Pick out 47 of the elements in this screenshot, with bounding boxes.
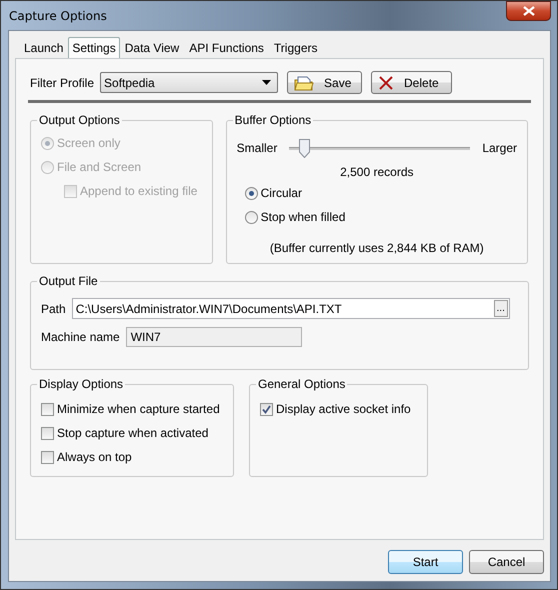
option-label: Screen only: [57, 136, 120, 150]
checkbox[interactable]: [41, 402, 54, 416]
filter-profile-label: Filter Profile: [30, 76, 94, 90]
option-label: Stop capture when activated: [57, 426, 208, 440]
option-label: Always on top: [57, 450, 132, 464]
option-label: Circular: [260, 186, 302, 200]
tab[interactable]: Launch: [19, 39, 68, 58]
group-title: General Options: [257, 377, 346, 391]
option-label: Minimize when capture started: [57, 402, 220, 416]
filter-profile-dropdown[interactable]: Softpedia: [100, 72, 278, 93]
records-count: 2,500 records: [339, 165, 415, 179]
group-title: Output Options: [38, 113, 121, 127]
close-button[interactable]: [506, 1, 551, 21]
machine-name-field[interactable]: WIN7: [126, 327, 302, 347]
option-label: Stop when filled: [260, 210, 346, 224]
close-icon: [522, 6, 534, 16]
radio-button[interactable]: [244, 186, 258, 200]
machine-name-label: Machine name: [41, 330, 120, 344]
group-title: Buffer Options: [234, 113, 312, 127]
tab[interactable]: Data View: [120, 39, 184, 58]
slider-min-label: Smaller: [236, 141, 278, 155]
option-label: Append to existing file: [80, 184, 198, 198]
window-title: Capture Options: [9, 8, 107, 22]
checkbox[interactable]: [260, 402, 273, 416]
tab[interactable]: Triggers: [268, 39, 322, 58]
folder-icon: [294, 74, 314, 90]
option-label: File and Screen: [57, 160, 142, 174]
x-icon: [378, 74, 394, 90]
group-title: Display Options: [38, 377, 124, 391]
path-label: Path: [41, 302, 66, 316]
dialog-button[interactable]: Start: [388, 550, 463, 574]
tab[interactable]: API Functions: [184, 39, 269, 58]
checkbox[interactable]: [41, 450, 54, 464]
group-title: Output File: [38, 274, 99, 288]
buffer-usage-note: (Buffer currently uses 2,844 KB of RAM): [268, 241, 485, 255]
browse-button[interactable]: ...: [494, 300, 508, 317]
slider-max-label: Larger: [482, 141, 517, 155]
path-field[interactable]: C:\Users\Administrator.WIN7\Documents\API.TXT ...: [72, 298, 510, 319]
save-button[interactable]: Save: [287, 71, 362, 94]
caret-icon: [262, 80, 272, 85]
dialog-button[interactable]: Cancel: [469, 550, 544, 574]
checkbox[interactable]: [41, 426, 54, 440]
slider-thumb[interactable]: [298, 138, 310, 158]
delete-button[interactable]: Delete: [371, 71, 452, 94]
option-label: Display active socket info: [276, 402, 411, 416]
tab[interactable]: Settings: [68, 37, 120, 58]
radio-button[interactable]: [244, 210, 258, 224]
